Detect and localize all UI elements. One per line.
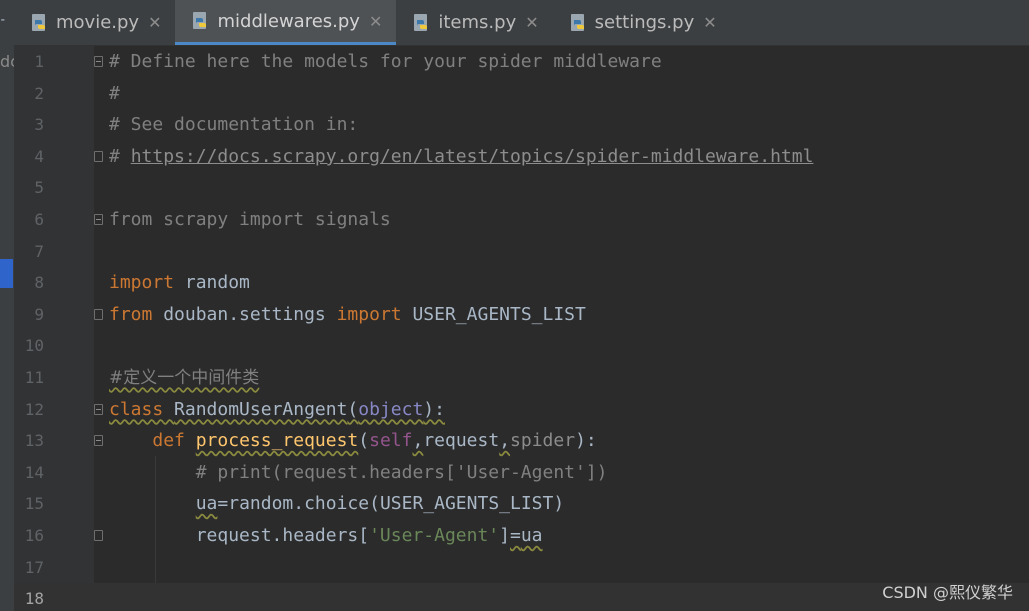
code-text: def process_request(self,request,spider)… — [152, 430, 597, 452]
code-line-2[interactable]: 2 # — [14, 78, 1029, 110]
watermark: CSDN @熙仪繁华 — [882, 583, 1013, 602]
tab-label: middlewares.py — [217, 10, 360, 32]
code-text: # https://docs.scrapy.org/en/latest/topi… — [109, 145, 814, 167]
code-line-18[interactable]: 18 — [14, 583, 1029, 611]
close-icon[interactable]: ✕ — [703, 13, 716, 32]
code-text: #定义一个中间件类 — [109, 368, 260, 388]
tab-middlewares[interactable]: middlewares.py ✕ — [175, 0, 397, 45]
project-tree-selection[interactable] — [0, 259, 13, 288]
code-line-4[interactable]: 4 # https://docs.scrapy.org/en/latest/to… — [14, 141, 1029, 173]
tab-label: settings.py — [594, 12, 695, 33]
line-number: 1 — [34, 52, 44, 71]
code-text: ua=random.choice(USER_AGENTS_LIST) — [195, 493, 565, 515]
fold-marker-icon[interactable] — [94, 403, 103, 415]
line-number: 18 — [24, 589, 44, 609]
line-number: 3 — [34, 115, 44, 135]
tab-label: items.py — [438, 12, 517, 33]
code-line-16[interactable]: 16 request.headers['User-Agent']=ua — [14, 520, 1029, 552]
line-number: 5 — [34, 178, 44, 198]
tab-movie[interactable]: movie.py ✕ — [14, 0, 175, 45]
code-text: from douban.settings import USER_AGENTS_… — [109, 303, 586, 325]
fold-marker-icon[interactable] — [94, 308, 103, 320]
code-text: # Define here the models for your spider… — [109, 51, 662, 72]
line-number: 7 — [34, 241, 44, 261]
code-line-1[interactable]: 1 # Define here the models for your spid… — [14, 46, 1029, 78]
fold-marker-icon[interactable] — [94, 214, 103, 225]
code-line-17[interactable]: 17 — [14, 552, 1029, 584]
line-number: 12 — [24, 399, 44, 419]
line-number: 13 — [24, 431, 44, 451]
python-file-icon — [193, 12, 207, 29]
tab-label: movie.py — [56, 12, 140, 33]
fold-marker-icon[interactable] — [94, 56, 103, 67]
python-file-icon — [414, 13, 428, 31]
documentation-link[interactable]: https://docs.scrapy.org/en/latest/topics… — [131, 146, 814, 167]
code-editor[interactable]: 1 # Define here the models for your spid… — [14, 46, 1029, 611]
tab-items[interactable]: items.py ✕ — [396, 0, 552, 45]
fold-marker-icon[interactable] — [94, 435, 103, 447]
line-number: 8 — [34, 273, 44, 293]
editor-tab-bar: movie.py ✕ middlewares.py ✕ items.py ✕ s… — [14, 0, 1029, 46]
code-line-15[interactable]: 15 ua=random.choice(USER_AGENTS_LIST) — [14, 488, 1029, 520]
tab-settings[interactable]: settings.py ✕ — [553, 0, 731, 45]
close-icon[interactable]: ✕ — [148, 13, 161, 32]
code-line-10[interactable]: 10 — [14, 330, 1029, 362]
ide-window: ⁃ dc movie.py ✕ middlewares.py ✕ — [0, 0, 1029, 611]
code-line-13[interactable]: 13 def process_request(self,request,spid… — [14, 425, 1029, 457]
line-number: 6 — [34, 210, 44, 229]
line-number: 2 — [34, 83, 44, 103]
code-line-7[interactable]: 7 — [14, 236, 1029, 268]
code-line-6[interactable]: 6 from scrapy import signals — [14, 204, 1029, 236]
line-number: 15 — [24, 494, 44, 514]
collapse-arrow-icon[interactable]: ⁃ — [0, 14, 6, 27]
code-text: # print(request.headers['User-Agent']) — [195, 461, 608, 483]
line-number: 17 — [24, 557, 44, 577]
code-text: import random — [109, 272, 250, 294]
python-file-icon — [32, 13, 45, 31]
code-text: from scrapy import signals — [109, 209, 391, 230]
close-icon[interactable]: ✕ — [525, 13, 538, 32]
close-icon[interactable]: ✕ — [369, 12, 382, 31]
code-line-9[interactable]: 9 from douban.settings import USER_AGENT… — [14, 299, 1029, 331]
project-tree-text: dc — [0, 52, 14, 71]
code-line-5[interactable]: 5 — [14, 172, 1029, 204]
code-text: class RandomUserAngent(object): — [109, 398, 445, 420]
line-number: 10 — [24, 336, 44, 356]
code-line-3[interactable]: 3 # See documentation in: — [14, 109, 1029, 141]
line-number: 14 — [24, 462, 44, 482]
code-line-11[interactable]: 11 #定义一个中间件类 — [14, 362, 1029, 394]
code-line-8[interactable]: 8 import random — [14, 267, 1029, 299]
code-text: # — [109, 82, 120, 104]
fold-marker-icon[interactable] — [94, 150, 103, 162]
fold-marker-icon[interactable] — [94, 530, 103, 541]
line-number: 4 — [34, 146, 44, 166]
code-text: request.headers['User-Agent']=ua — [195, 525, 543, 546]
python-file-icon — [570, 13, 584, 31]
line-number: 16 — [24, 526, 44, 545]
line-number: 9 — [34, 304, 44, 324]
code-text: # See documentation in: — [109, 114, 359, 136]
code-line-12[interactable]: 12 class RandomUserAngent(object): — [14, 394, 1029, 426]
project-panel-edge[interactable]: ⁃ dc — [0, 0, 15, 611]
code-line-14[interactable]: 14 # print(request.headers['User-Agent']… — [14, 457, 1029, 489]
line-number: 11 — [24, 368, 44, 387]
